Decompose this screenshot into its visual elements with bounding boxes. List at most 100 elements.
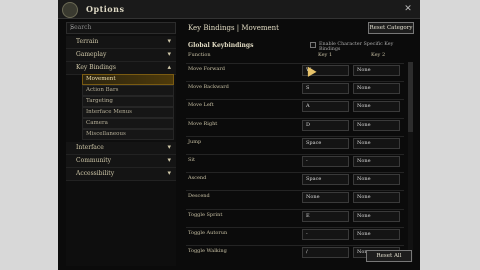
key2-value: None — [357, 67, 371, 73]
keybindings-panel: Key Bindings | Movement Reset Category G… — [186, 22, 416, 266]
keybinding-function: Toggle Walking — [188, 248, 227, 254]
sidebar-item-label: Interface Menus — [86, 109, 133, 115]
key2-value: None — [357, 176, 371, 183]
key1-value: Space — [306, 176, 322, 183]
reset-all-button[interactable]: Reset All — [366, 250, 412, 262]
key2-binding-button[interactable]: None — [353, 174, 400, 186]
key2-value: None — [357, 230, 371, 237]
column-headers: Function Key 1 Key 2 — [186, 52, 416, 60]
key2-value: None — [357, 212, 371, 219]
keybinding-function: Move Right — [188, 120, 218, 127]
keybinding-function: Descend — [188, 193, 210, 200]
key1-binding-button[interactable]: - — [302, 228, 349, 240]
keybinding-function: Jump — [188, 138, 202, 145]
keybinding-function: Move Backward — [188, 84, 229, 91]
category-label: Accessibility — [76, 170, 115, 177]
key1-value: E — [306, 212, 310, 219]
page-title: Key Bindings | Movement — [188, 24, 279, 32]
sidebar-item-label: Targeting — [86, 98, 113, 104]
section-title: Global Keybindings — [188, 42, 254, 49]
column-header-key2: Key 2 — [371, 52, 386, 58]
key1-value: D — [306, 121, 311, 128]
game-logo-icon — [62, 2, 78, 18]
options-window: Options ✕ Search ⌕ Terrain ▾ Gameplay ▾ … — [58, 0, 420, 270]
chevron-down-icon: ▾ — [167, 156, 171, 164]
keybinding-row: Move Left A None — [186, 99, 404, 113]
key1-binding-button[interactable]: None — [302, 192, 349, 204]
keybinding-function: Toggle Sprint — [188, 211, 223, 218]
key2-binding-button[interactable]: None — [353, 156, 400, 167]
keybinding-function: Move Forward — [188, 66, 225, 72]
sidebar-category-accessibility[interactable]: Accessibility ▾ — [66, 168, 176, 181]
key2-binding-button[interactable]: None — [353, 137, 400, 149]
key2-value: None — [357, 85, 371, 92]
sidebar-item-targeting[interactable]: Targeting — [82, 96, 174, 107]
scrollbar-thumb[interactable] — [408, 62, 413, 132]
chevron-down-icon: ▾ — [167, 37, 171, 45]
close-icon[interactable]: ✕ — [402, 3, 414, 15]
key2-binding-button[interactable]: None — [353, 192, 400, 204]
key2-value: None — [357, 158, 371, 164]
category-label: Gameplay — [76, 51, 107, 58]
key2-binding-button[interactable]: None — [353, 228, 400, 240]
key1-value: Space — [306, 139, 322, 146]
sidebar-item-camera[interactable]: Camera — [82, 118, 174, 129]
keybinding-row: Ascend Space None — [186, 172, 404, 186]
key1-binding-button[interactable]: Space — [302, 174, 349, 186]
chevron-down-icon: ▾ — [167, 143, 171, 151]
key1-value: / — [306, 249, 308, 255]
sidebar-item-label: Movement — [86, 76, 116, 82]
key1-binding-button[interactable]: Space — [302, 137, 349, 149]
key1-binding-button[interactable]: / — [302, 247, 349, 258]
search-input[interactable]: Search ⌕ — [66, 22, 176, 34]
key1-value: S — [306, 85, 310, 92]
sidebar-item-label: Camera — [86, 120, 108, 126]
key1-binding-button[interactable]: A — [302, 101, 349, 113]
key2-binding-button[interactable]: None — [353, 83, 400, 95]
sidebar-item-movement[interactable]: Movement — [82, 74, 174, 85]
title-bar: Options ✕ — [58, 0, 420, 19]
keybinding-row: Jump Space None — [186, 135, 404, 150]
sidebar-item-label: Miscellaneous — [86, 131, 126, 137]
keybinding-function: Sit — [188, 157, 196, 163]
sidebar-item-interface-menus[interactable]: Interface Menus — [82, 107, 174, 118]
sidebar-item-label: Action Bars — [86, 87, 119, 93]
character-specific-checkbox[interactable] — [310, 42, 316, 48]
category-label: Terrain — [76, 38, 99, 45]
sidebar-item-action-bars[interactable]: Action Bars — [82, 85, 174, 96]
chevron-down-icon: ▾ — [167, 50, 171, 58]
sidebar-category-terrain[interactable]: Terrain ▾ — [66, 36, 176, 49]
keybinding-function: Ascend — [188, 175, 207, 182]
key1-binding-button[interactable]: E — [302, 210, 349, 222]
key1-binding-button[interactable]: - — [302, 156, 349, 167]
keybinding-row: Move Backward S None — [186, 81, 404, 95]
chevron-down-icon: ▾ — [167, 169, 171, 177]
keybinding-row: Move Right D None — [186, 117, 404, 132]
sidebar-item-miscellaneous[interactable]: Miscellaneous — [82, 129, 174, 140]
key2-binding-button[interactable]: None — [353, 119, 400, 131]
scrollbar[interactable] — [408, 62, 413, 262]
keybinding-row: Toggle Sprint E None — [186, 208, 404, 223]
key1-value: - — [306, 230, 308, 237]
sidebar-category-community[interactable]: Community ▾ — [66, 155, 176, 168]
key2-binding-button[interactable]: None — [353, 101, 400, 113]
key1-binding-button[interactable]: S — [302, 83, 349, 95]
window-title: Options — [86, 4, 125, 14]
category-label: Community — [76, 157, 112, 164]
key1-value: None — [306, 194, 320, 201]
keybinding-row: Descend None None — [186, 190, 404, 204]
key2-binding-button[interactable]: None — [353, 65, 400, 76]
key2-value: None — [357, 194, 371, 201]
sidebar-category-interface[interactable]: Interface ▾ — [66, 142, 176, 155]
column-header-key1: Key 1 — [318, 52, 333, 58]
sidebar: Search ⌕ Terrain ▾ Gameplay ▾ Key Bindin… — [66, 22, 176, 266]
category-label: Key Bindings — [76, 64, 116, 71]
key1-value: A — [306, 103, 310, 110]
character-specific-label: Enable Character Specific Key Bindings — [319, 42, 394, 52]
sidebar-category-gameplay[interactable]: Gameplay ▾ — [66, 49, 176, 62]
category-label: Interface — [76, 144, 104, 151]
keybinding-row: Toggle Autorun - None — [186, 226, 404, 241]
key1-binding-button[interactable]: D — [302, 119, 349, 131]
reset-category-button[interactable]: Reset Category — [368, 22, 414, 34]
key2-binding-button[interactable]: None — [353, 210, 400, 222]
